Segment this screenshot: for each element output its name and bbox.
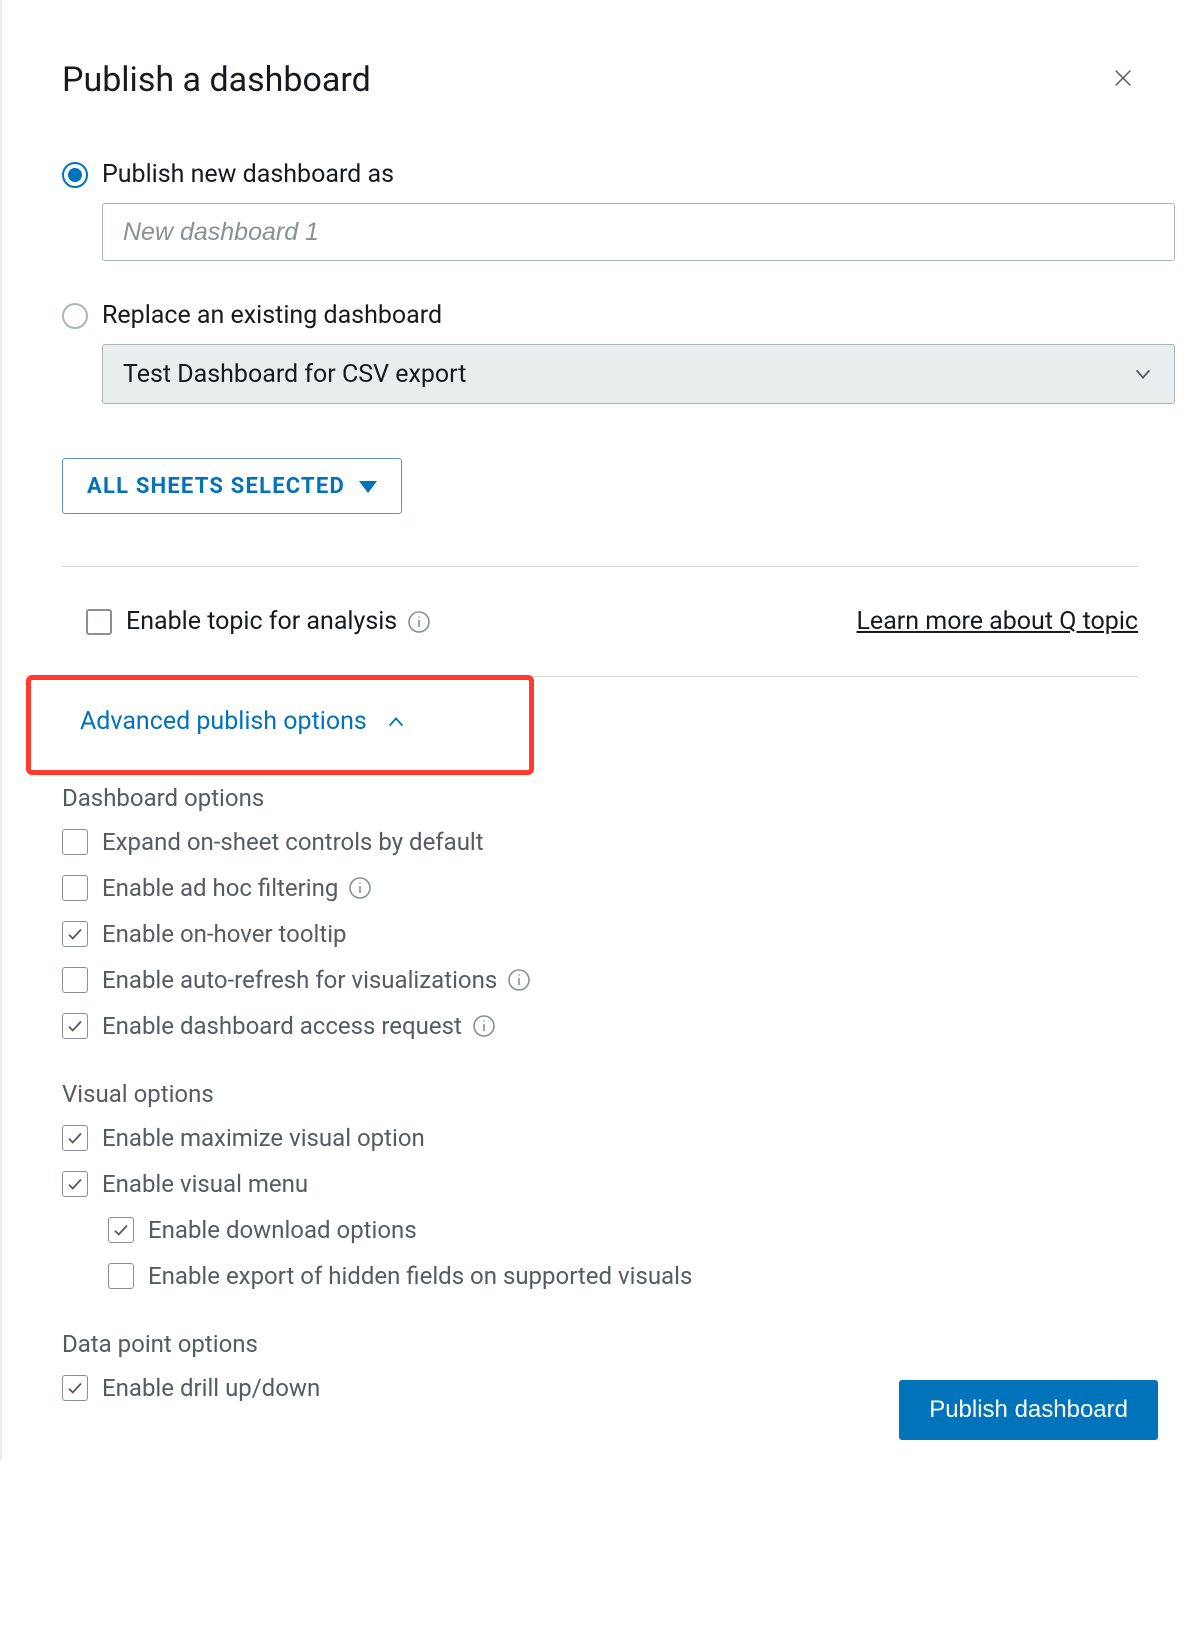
enable-topic-checkbox[interactable]	[86, 609, 112, 635]
learn-more-q-topic-link[interactable]: Learn more about Q topic	[856, 607, 1138, 636]
info-icon[interactable]	[507, 968, 531, 992]
new-dashboard-name-input[interactable]	[102, 203, 1175, 261]
opt-adhoc-filtering: Enable ad hoc filtering	[62, 874, 1138, 902]
opt-download-options-label: Enable download options	[148, 1216, 417, 1244]
opt-access-request: Enable dashboard access request	[62, 1012, 1138, 1040]
opt-hover-tooltip-label: Enable on-hover tooltip	[102, 920, 347, 948]
opt-hover-tooltip: Enable on-hover tooltip	[62, 920, 1138, 948]
opt-hover-tooltip-checkbox[interactable]	[62, 921, 88, 947]
existing-dashboard-value: Test Dashboard for CSV export	[123, 360, 466, 389]
opt-visual-menu-label: Enable visual menu	[102, 1170, 308, 1198]
info-icon[interactable]	[472, 1014, 496, 1038]
opt-auto-refresh-checkbox[interactable]	[62, 967, 88, 993]
advanced-toggle-wrapper: Advanced publish options	[62, 683, 1138, 760]
modal-title: Publish a dashboard	[62, 60, 371, 100]
chevron-down-icon	[1132, 363, 1154, 385]
radio-icon	[62, 162, 88, 188]
opt-maximize-visual-label: Enable maximize visual option	[102, 1124, 425, 1152]
sheets-selected-label: ALL SHEETS SELECTED	[87, 474, 345, 499]
opt-expand-controls: Expand on-sheet controls by default	[62, 828, 1138, 856]
publish-new-label: Publish new dashboard as	[102, 160, 394, 189]
publish-dashboard-modal: Publish a dashboard Publish new dashboar…	[0, 0, 1198, 1460]
visual-options-heading: Visual options	[62, 1080, 1138, 1108]
opt-access-request-checkbox[interactable]	[62, 1013, 88, 1039]
info-icon[interactable]	[348, 876, 372, 900]
caret-down-icon	[359, 474, 377, 499]
advanced-publish-options-toggle[interactable]: Advanced publish options	[62, 683, 425, 760]
opt-visual-menu-checkbox[interactable]	[62, 1171, 88, 1197]
replace-existing-group: Replace an existing dashboard Test Dashb…	[62, 301, 1138, 404]
enable-topic-row: Enable topic for analysis Learn more abo…	[62, 567, 1138, 676]
publish-dashboard-button[interactable]: Publish dashboard	[899, 1380, 1158, 1440]
modal-header: Publish a dashboard	[62, 60, 1138, 100]
opt-auto-refresh-label: Enable auto-refresh for visualizations	[102, 966, 497, 994]
opt-maximize-visual-checkbox[interactable]	[62, 1125, 88, 1151]
opt-export-hidden-fields: Enable export of hidden fields on suppor…	[108, 1262, 1138, 1290]
opt-maximize-visual: Enable maximize visual option	[62, 1124, 1138, 1152]
opt-expand-controls-label: Expand on-sheet controls by default	[102, 828, 484, 856]
opt-export-hidden-fields-checkbox[interactable]	[108, 1263, 134, 1289]
data-point-options-heading: Data point options	[62, 1330, 1138, 1358]
replace-existing-label: Replace an existing dashboard	[102, 301, 442, 330]
opt-auto-refresh: Enable auto-refresh for visualizations	[62, 966, 1138, 994]
opt-download-options-checkbox[interactable]	[108, 1217, 134, 1243]
publish-new-group: Publish new dashboard as	[62, 160, 1138, 261]
opt-drill-up-down-label: Enable drill up/down	[102, 1374, 320, 1402]
close-icon[interactable]	[1108, 63, 1138, 98]
enable-topic-label: Enable topic for analysis	[126, 607, 397, 636]
divider	[62, 676, 1138, 677]
opt-access-request-label: Enable dashboard access request	[102, 1012, 462, 1040]
opt-adhoc-filtering-label: Enable ad hoc filtering	[102, 874, 338, 902]
radio-icon	[62, 303, 88, 329]
dashboard-options-heading: Dashboard options	[62, 784, 1138, 812]
opt-visual-menu: Enable visual menu	[62, 1170, 1138, 1198]
replace-existing-radio[interactable]: Replace an existing dashboard	[62, 301, 1138, 330]
opt-download-options: Enable download options	[108, 1216, 1138, 1244]
info-icon[interactable]	[407, 610, 431, 634]
publish-new-radio[interactable]: Publish new dashboard as	[62, 160, 1138, 189]
advanced-toggle-label: Advanced publish options	[80, 707, 367, 736]
chevron-up-icon	[385, 711, 407, 733]
opt-drill-up-down-checkbox[interactable]	[62, 1375, 88, 1401]
sheets-selected-button[interactable]: ALL SHEETS SELECTED	[62, 458, 402, 514]
opt-export-hidden-fields-label: Enable export of hidden fields on suppor…	[148, 1262, 692, 1290]
existing-dashboard-select[interactable]: Test Dashboard for CSV export	[102, 344, 1175, 404]
opt-adhoc-filtering-checkbox[interactable]	[62, 875, 88, 901]
opt-expand-controls-checkbox[interactable]	[62, 829, 88, 855]
